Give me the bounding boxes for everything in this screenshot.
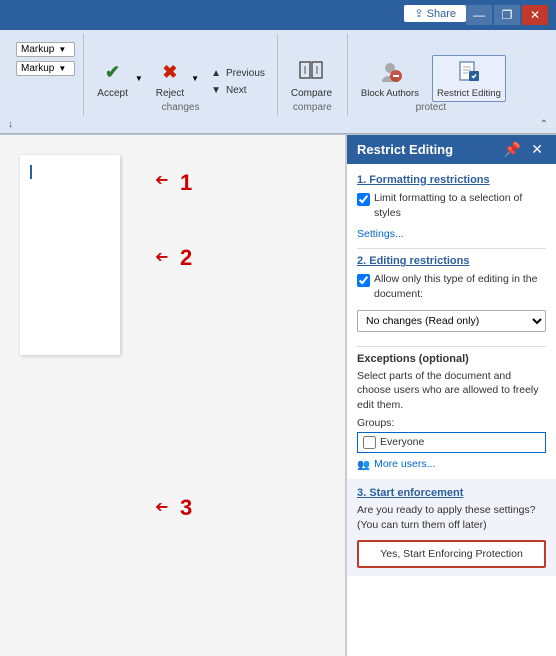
editing-section: 2. Editing restrictions Allow only this … xyxy=(357,255,546,339)
ribbon: Markup ▼ Markup ▼ ✔ Accept xyxy=(0,30,556,135)
share-button[interactable]: ⇪ Share xyxy=(404,5,466,22)
reject-button[interactable]: ✖ Reject xyxy=(151,55,189,102)
ribbon-collapse-right[interactable]: ⌃ xyxy=(540,119,548,130)
next-button[interactable]: ▼ Next xyxy=(207,83,269,98)
restrict-editing-panel: Restrict Editing 📌 ✕ 1. Formatting restr… xyxy=(346,135,556,656)
step3-label: 3 xyxy=(180,495,192,521)
formatting-section: 1. Formatting restrictions Limit formatt… xyxy=(357,174,546,240)
panel-body: 1. Formatting restrictions Limit formatt… xyxy=(347,164,556,656)
show-markup-dropdown-2[interactable]: Markup ▼ xyxy=(16,61,75,76)
exceptions-title: Exceptions (optional) xyxy=(357,353,546,365)
everyone-row: Everyone xyxy=(357,432,546,453)
divider-1 xyxy=(357,248,546,249)
exceptions-section: Exceptions (optional) Select parts of th… xyxy=(357,353,546,471)
everyone-label: Everyone xyxy=(380,436,424,448)
document-page xyxy=(20,155,120,355)
block-authors-icon xyxy=(376,58,404,86)
settings-link[interactable]: Settings... xyxy=(357,228,546,240)
editing-checkbox-label: Allow only this type of editing in the d… xyxy=(374,272,546,301)
show-markup-dropdown-1[interactable]: Markup ▼ xyxy=(16,42,75,57)
more-users-icon: 👥 xyxy=(357,458,370,471)
cursor xyxy=(30,165,32,179)
more-users-label: More users... xyxy=(374,458,435,470)
compare-button[interactable]: Compare xyxy=(286,55,337,102)
main-area: 1 ➔ 2 ➔ 3 ➔ Restrict Editing 📌 ✕ 1. Form… xyxy=(0,135,556,656)
previous-icon: ▲ xyxy=(211,68,221,79)
title-bar-controls: — ❐ ✕ xyxy=(466,5,548,25)
next-icon: ▼ xyxy=(211,85,221,96)
compare-icon xyxy=(297,58,325,86)
reject-dropdown[interactable]: ▼ xyxy=(189,72,201,85)
ribbon-bottom-bar: ↓ ⌃ xyxy=(0,116,556,134)
previous-button[interactable]: ▲ Previous xyxy=(207,66,269,81)
panel-title: Restrict Editing xyxy=(357,142,453,157)
formatting-title: 1. Formatting restrictions xyxy=(357,174,546,186)
editing-title: 2. Editing restrictions xyxy=(357,255,546,267)
enforcement-title: 3. Start enforcement xyxy=(357,487,546,499)
arrow2: ➔ xyxy=(155,247,168,267)
reject-icon: ✖ xyxy=(156,58,184,86)
formatting-checkbox-label: Limit formatting to a selection of style… xyxy=(374,191,546,220)
formatting-checkbox-row: Limit formatting to a selection of style… xyxy=(357,191,546,224)
accept-dropdown[interactable]: ▼ xyxy=(133,72,145,85)
accept-button[interactable]: ✔ Accept xyxy=(92,55,133,102)
divider-2 xyxy=(357,346,546,347)
ribbon-collapse-left: ↓ xyxy=(8,119,13,130)
panel-pin-button[interactable]: 📌 xyxy=(501,141,524,158)
panel-header-controls: 📌 ✕ xyxy=(501,141,546,158)
enforcement-section: 3. Start enforcement Are you ready to ap… xyxy=(347,479,556,576)
panel-close-button[interactable]: ✕ xyxy=(528,141,546,158)
protect-group-label: protect xyxy=(356,102,506,116)
changes-group-label: changes xyxy=(92,102,269,116)
document-area[interactable]: 1 ➔ 2 ➔ 3 ➔ xyxy=(0,135,346,656)
title-bar: ⇪ Share — ❐ ✕ xyxy=(0,0,556,30)
arrow1: ➔ xyxy=(155,170,168,190)
enforce-button[interactable]: Yes, Start Enforcing Protection xyxy=(357,540,546,568)
panel-header: Restrict Editing 📌 ✕ xyxy=(347,135,556,164)
step2-label: 2 xyxy=(180,245,192,271)
block-authors-button[interactable]: Block Authors xyxy=(356,55,424,102)
restrict-editing-button[interactable]: Restrict Editing xyxy=(432,55,506,102)
editing-type-dropdown[interactable]: No changes (Read only) Tracked changes C… xyxy=(357,310,546,332)
step1-label: 1 xyxy=(180,170,192,196)
formatting-checkbox[interactable] xyxy=(357,193,370,206)
editing-checkbox[interactable] xyxy=(357,274,370,287)
close-button[interactable]: ✕ xyxy=(522,5,548,25)
restrict-editing-icon xyxy=(455,58,483,86)
everyone-checkbox[interactable] xyxy=(363,436,376,449)
minimize-button[interactable]: — xyxy=(466,5,492,25)
accept-icon: ✔ xyxy=(99,58,127,86)
compare-group-label: compare xyxy=(286,102,339,116)
groups-label: Groups: xyxy=(357,417,546,429)
more-users-link[interactable]: 👥 More users... xyxy=(357,458,546,471)
arrow3: ➔ xyxy=(155,497,168,517)
exceptions-description: Select parts of the document and choose … xyxy=(357,369,546,413)
editing-checkbox-row: Allow only this type of editing in the d… xyxy=(357,272,546,305)
maximize-button[interactable]: ❐ xyxy=(494,5,520,25)
enforcement-description: Are you ready to apply these settings? (… xyxy=(357,503,546,532)
markup-group-label xyxy=(16,113,75,116)
